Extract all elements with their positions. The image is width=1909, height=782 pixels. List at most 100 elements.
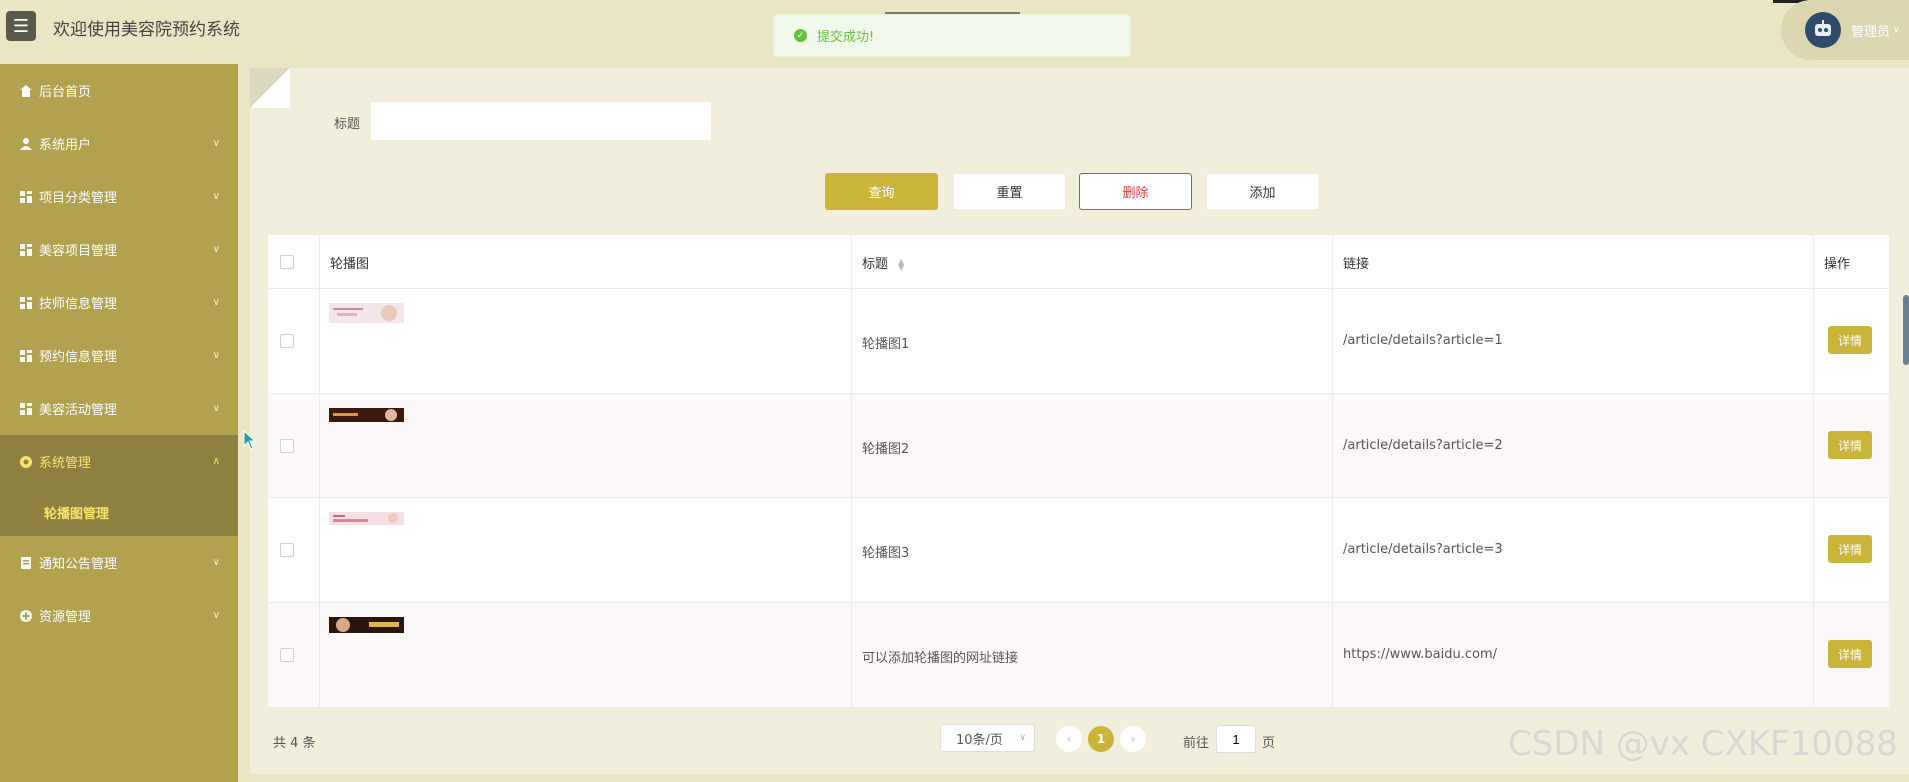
sidebar-item-label: 预约信息管理 [39, 350, 118, 365]
sidebar-subitem-carousel[interactable]: 轮播图管理 [0, 488, 238, 536]
reset-button[interactable]: 重置 [953, 173, 1066, 210]
home-icon [18, 83, 33, 98]
chevron-down-icon: ∨ [1893, 25, 1900, 35]
table-row: 可以添加轮播图的网址链接 https://www.baidu.com/ 详情 [268, 603, 1889, 707]
chevron-down-icon: ∨ [212, 138, 220, 149]
chevron-up-icon: ∧ [212, 456, 220, 467]
header-cell-title[interactable]: 标题 ▲ ▼ [852, 235, 1333, 288]
goto-page-input[interactable] [1216, 725, 1256, 753]
chevron-down-icon: ∨ [212, 610, 220, 621]
row-checkbox[interactable] [280, 334, 294, 348]
sidebar-item-label: 系统用户 [39, 138, 92, 153]
avatar [1805, 12, 1841, 48]
action-cell: 详情 [1814, 289, 1889, 393]
carousel-thumbnail[interactable] [329, 617, 404, 633]
grid-icon [18, 189, 33, 204]
sidebar-item-notice[interactable]: 通知公告管理 ∨ [0, 536, 238, 589]
detail-button[interactable]: 详情 [1828, 640, 1872, 668]
hamburger-icon[interactable]: ☰ [6, 11, 36, 41]
sidebar-item-category[interactable]: 项目分类管理 ∨ [0, 170, 238, 223]
sidebar: 后台首页 系统用户 ∨ 项目分类管理 ∨ 美容项目管理 ∨ 技师信息管理 ∨ 预… [0, 64, 238, 782]
row-checkbox[interactable] [280, 543, 294, 557]
doc-icon [18, 555, 33, 570]
plus-circle-icon [18, 608, 33, 623]
add-button[interactable]: 添加 [1206, 173, 1319, 210]
sidebar-item-label: 系统管理 [39, 456, 92, 471]
admin-name: 管理员 [1851, 24, 1891, 40]
scrollbar-handle[interactable] [1903, 295, 1909, 365]
chevron-down-icon: ∨ [212, 403, 220, 414]
header-cell-action: 操作 [1814, 235, 1889, 288]
sidebar-item-label: 美容活动管理 [39, 403, 118, 418]
row-link: /article/details?article=1 [1343, 333, 1503, 348]
page-size-value: 10条/页 [956, 732, 1003, 748]
row-link: /article/details?article=3 [1343, 542, 1503, 557]
sidebar-item-home[interactable]: 后台首页 [0, 64, 238, 117]
row-checkbox[interactable] [280, 648, 294, 662]
title-cell: 轮播图1 [852, 289, 1333, 393]
grid-icon [18, 401, 33, 416]
chevron-down-icon: ∨ [212, 191, 220, 202]
page-size-select[interactable]: 10条/页 ∨ [940, 724, 1035, 752]
sidebar-item-activity[interactable]: 美容活动管理 ∨ [0, 382, 238, 435]
query-button[interactable]: 查询 [825, 173, 938, 210]
prev-page-button[interactable]: ‹ [1056, 726, 1082, 752]
sidebar-item-label: 资源管理 [39, 610, 92, 625]
sidebar-item-users[interactable]: 系统用户 ∨ [0, 117, 238, 170]
table-row: 轮播图1 /article/details?article=1 详情 [268, 289, 1889, 394]
row-check-cell [268, 289, 320, 393]
title-cell: 轮播图2 [852, 394, 1333, 497]
chevron-down-icon: ∨ [212, 244, 220, 255]
toast-message: 提交成功! [817, 30, 875, 45]
robot-avatar-icon [1815, 20, 1831, 36]
chevron-down-icon: ∨ [212, 297, 220, 308]
grid-icon [18, 348, 33, 363]
sidebar-item-beauty-project[interactable]: 美容项目管理 ∨ [0, 223, 238, 276]
gear-icon [18, 454, 33, 469]
next-page-button[interactable]: › [1120, 726, 1146, 752]
sidebar-item-appointment[interactable]: 预约信息管理 ∨ [0, 329, 238, 382]
carousel-thumbnail[interactable] [329, 512, 404, 525]
image-cell [320, 603, 852, 707]
carousel-table: 轮播图 标题 ▲ ▼ 链接 操作 轮播图1 /article/details?a… [268, 235, 1889, 707]
row-link: https://www.baidu.com/ [1343, 647, 1498, 662]
page-number-current[interactable]: 1 [1088, 726, 1114, 752]
row-title: 轮播图1 [862, 337, 910, 352]
row-title: 轮播图2 [862, 442, 910, 457]
title-search-input[interactable] [371, 102, 711, 140]
row-check-cell [268, 603, 320, 707]
chevron-down-icon: ∨ [1019, 733, 1026, 743]
sidebar-item-system[interactable]: 系统管理 ∧ [0, 435, 238, 488]
detail-button[interactable]: 详情 [1828, 535, 1872, 563]
check-circle-icon: ✓ [794, 29, 807, 42]
row-link: /article/details?article=2 [1343, 438, 1503, 453]
row-title: 轮播图3 [862, 546, 910, 561]
sidebar-item-label: 后台首页 [39, 85, 92, 100]
main-content: 标题 查询 重置 删除 添加 轮播图 标题 ▲ ▼ 链接 操作 轮播图1 /ar… [250, 68, 1909, 774]
table-header-row: 轮播图 标题 ▲ ▼ 链接 操作 [268, 235, 1889, 289]
column-header: 链接 [1343, 257, 1370, 272]
column-header: 操作 [1824, 257, 1851, 272]
image-cell [320, 394, 852, 497]
row-checkbox[interactable] [280, 439, 294, 453]
sidebar-item-label: 技师信息管理 [39, 297, 118, 312]
carousel-thumbnail[interactable] [329, 408, 404, 422]
detail-button[interactable]: 详情 [1828, 431, 1872, 459]
grid-icon [18, 242, 33, 257]
link-cell: /article/details?article=1 [1333, 289, 1814, 393]
link-cell: https://www.baidu.com/ [1333, 603, 1814, 707]
select-all-checkbox[interactable] [280, 255, 294, 269]
row-check-cell [268, 394, 320, 497]
carousel-thumbnail[interactable] [329, 303, 404, 323]
admin-menu[interactable]: 管理员 ∨ [1781, 0, 1909, 60]
sort-icon[interactable]: ▲ ▼ [898, 257, 904, 271]
sidebar-item-resource[interactable]: 资源管理 ∨ [0, 589, 238, 642]
delete-button[interactable]: 删除 [1079, 173, 1192, 210]
detail-button[interactable]: 详情 [1828, 326, 1872, 354]
total-count: 共 4 条 [273, 736, 316, 751]
action-cell: 详情 [1814, 394, 1889, 497]
sidebar-item-technician[interactable]: 技师信息管理 ∨ [0, 276, 238, 329]
header-check-cell [268, 235, 320, 288]
action-cell: 详情 [1814, 603, 1889, 707]
success-toast: ✓ 提交成功! [773, 14, 1131, 57]
